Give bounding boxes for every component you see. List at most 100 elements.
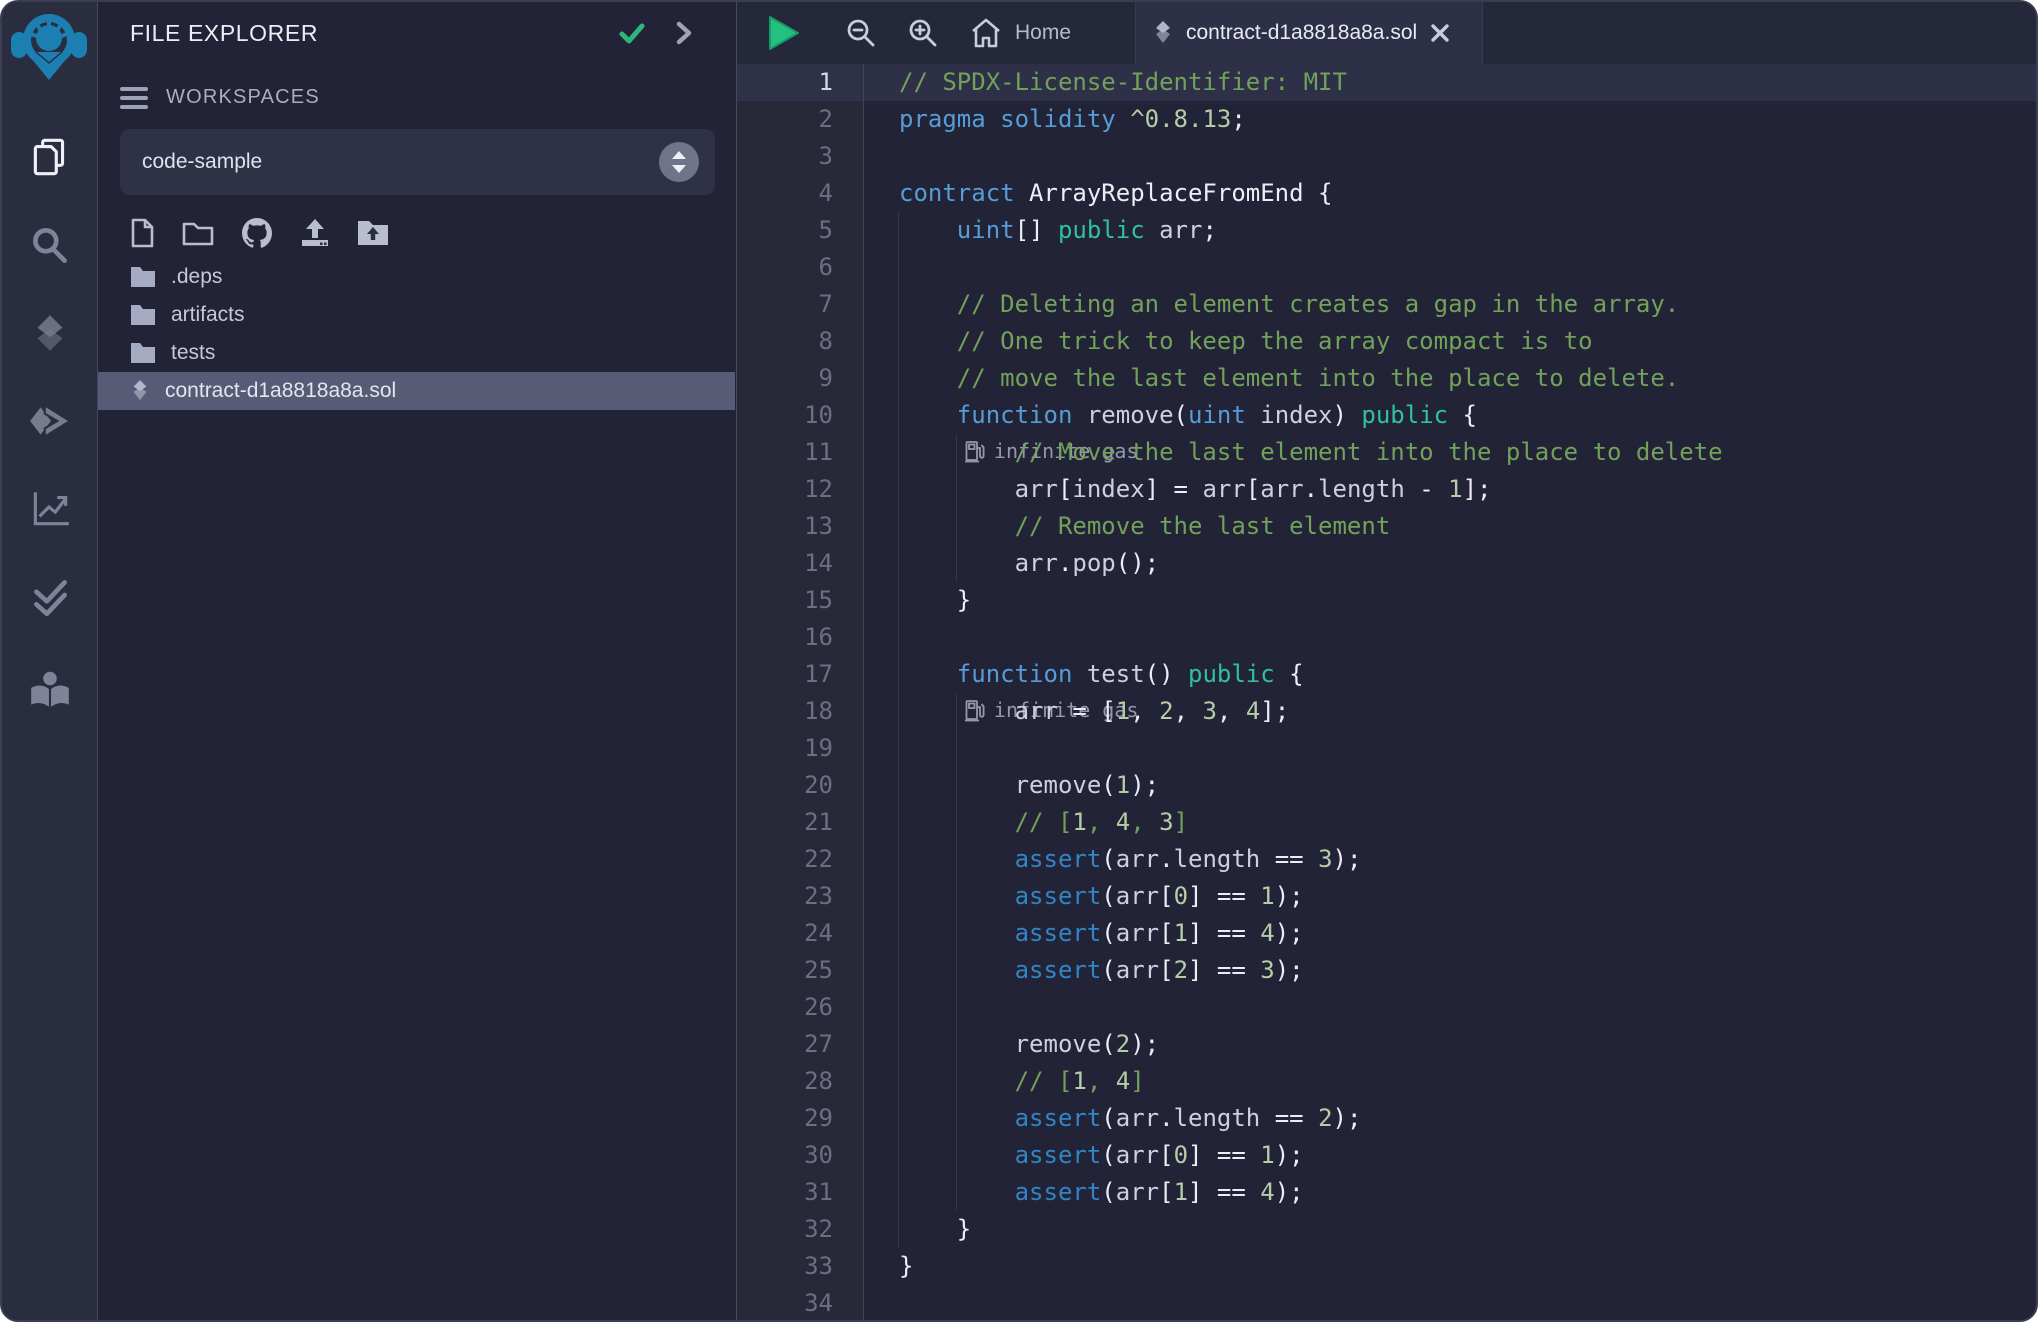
code-line-13[interactable]: 13 // Remove the last element: [737, 508, 2036, 545]
rail-static-analysis-icon[interactable]: [2, 480, 97, 536]
code-line-26[interactable]: 26: [737, 989, 2036, 1026]
code-line-8[interactable]: 8 // One trick to keep the array compact…: [737, 323, 2036, 360]
new-folder-icon[interactable]: [182, 219, 214, 247]
upload-file-icon[interactable]: [300, 218, 330, 248]
code-line-12[interactable]: 12 arr[index] = arr[arr.length - 1];: [737, 471, 2036, 508]
code-line-content: // Move the last element into the place …: [864, 434, 2036, 471]
remix-ide-window: FILE EXPLORER WORKSPACES: [0, 0, 2038, 1322]
code-line-content: // move the last element into the place …: [864, 360, 2036, 397]
code-line-4[interactable]: 4contract ArrayReplaceFromEnd {: [737, 175, 2036, 212]
code-line-11[interactable]: 11 // Move the last element into the pla…: [737, 434, 2036, 471]
code-line-28[interactable]: 28 // [1, 4]: [737, 1063, 2036, 1100]
code-line-content: remove(2);: [864, 1026, 2036, 1063]
file-explorer-toolbar: [130, 217, 735, 248]
tab-file-label: contract-d1a8818a8a.sol: [1186, 21, 1417, 45]
folder-icon: [130, 304, 156, 326]
code-line-15[interactable]: 15 }: [737, 582, 2036, 619]
line-number: 19: [737, 730, 864, 767]
github-icon[interactable]: [241, 217, 273, 248]
code-line-content: contract ArrayReplaceFromEnd {: [864, 175, 2036, 212]
code-line-34[interactable]: 34: [737, 1285, 2036, 1322]
code-line-content: arr[index] = arr[arr.length - 1];: [864, 471, 2036, 508]
zoom-out-icon[interactable]: [845, 2, 877, 64]
collapse-chevron-right-icon[interactable]: [673, 20, 695, 46]
code-line-19[interactable]: 19: [737, 730, 2036, 767]
line-number: 3: [737, 138, 864, 175]
code-editor[interactable]: 1// SPDX-License-Identifier: MIT2pragma …: [737, 64, 2036, 1320]
icon-rail: [2, 2, 98, 1320]
new-file-icon[interactable]: [130, 218, 155, 248]
code-line-25[interactable]: 25 assert(arr[2] == 3);: [737, 952, 2036, 989]
code-line-5[interactable]: 5 uint[] public arr;: [737, 212, 2036, 249]
close-tab-icon[interactable]: [1429, 22, 1451, 44]
upload-folder-icon[interactable]: [357, 219, 389, 246]
line-number: 34: [737, 1285, 864, 1322]
remix-logo-icon[interactable]: [9, 6, 89, 97]
code-line-content: assert(arr[0] == 1);: [864, 1137, 2036, 1174]
line-number: 5: [737, 212, 864, 249]
code-line-22[interactable]: 22 assert(arr.length == 3);: [737, 841, 2036, 878]
code-line-23[interactable]: 23 assert(arr[0] == 1);: [737, 878, 2036, 915]
code-line-content: // [1, 4, 3]: [864, 804, 2036, 841]
code-line-1[interactable]: 1// SPDX-License-Identifier: MIT: [737, 64, 2036, 101]
code-line-33[interactable]: 33}: [737, 1248, 2036, 1285]
code-line-content: // SPDX-License-Identifier: MIT: [864, 64, 2036, 101]
tab-home-label: Home: [1015, 21, 1071, 45]
line-number: 2: [737, 101, 864, 138]
code-line-content: }: [864, 582, 2036, 619]
line-number: 25: [737, 952, 864, 989]
code-line-30[interactable]: 30 assert(arr[0] == 1);: [737, 1137, 2036, 1174]
code-line-31[interactable]: 31 assert(arr[1] == 4);: [737, 1174, 2036, 1211]
rail-deploy-run-icon[interactable]: [2, 393, 97, 449]
code-line-14[interactable]: 14 arr.pop();: [737, 545, 2036, 582]
code-line-content: pragma solidity ^0.8.13;: [864, 101, 2036, 138]
code-line-content: // Deleting an element creates a gap in …: [864, 286, 2036, 323]
code-line-27[interactable]: 27 remove(2);: [737, 1026, 2036, 1063]
code-line-18[interactable]: 18 arr = [1, 2, 3, 4];: [737, 693, 2036, 730]
code-line-content: assert(arr.length == 3);: [864, 841, 2036, 878]
zoom-in-icon[interactable]: [907, 2, 939, 64]
code-line-content: [864, 138, 2036, 175]
code-line-content: arr = [1, 2, 3, 4];: [864, 693, 2036, 730]
line-number: 23: [737, 878, 864, 915]
workspace-select[interactable]: code-sample: [120, 129, 715, 195]
tree-item-artifacts[interactable]: artifacts: [98, 296, 735, 334]
rail-learn-icon[interactable]: [2, 662, 97, 718]
code-line-content: arr.pop();: [864, 545, 2036, 582]
code-line-10[interactable]: 10 function remove(uint index) public { …: [737, 397, 2036, 434]
code-line-2[interactable]: 2pragma solidity ^0.8.13;: [737, 101, 2036, 138]
editor-tab-bar: Home contract-d1a8818a8a.sol: [737, 2, 2036, 64]
tree-item--deps[interactable]: .deps: [98, 258, 735, 296]
code-line-content: [864, 249, 2036, 286]
line-number: 1: [737, 64, 864, 101]
code-line-7[interactable]: 7 // Deleting an element creates a gap i…: [737, 286, 2036, 323]
rail-solidity-compiler-icon[interactable]: [2, 305, 97, 361]
line-number: 31: [737, 1174, 864, 1211]
code-line-21[interactable]: 21 // [1, 4, 3]: [737, 804, 2036, 841]
line-number: 30: [737, 1137, 864, 1174]
code-line-9[interactable]: 9 // move the last element into the plac…: [737, 360, 2036, 397]
rail-search-icon[interactable]: [2, 217, 97, 273]
line-number: 10: [737, 397, 864, 434]
code-line-content: assert(arr[1] == 4);: [864, 915, 2036, 952]
folder-icon: [130, 342, 156, 364]
rail-file-explorer-icon[interactable]: [2, 129, 97, 185]
tab-home[interactable]: Home: [969, 2, 1071, 64]
workspaces-menu-icon[interactable]: [120, 87, 148, 109]
code-line-20[interactable]: 20 remove(1);: [737, 767, 2036, 804]
rail-unit-testing-icon[interactable]: [2, 568, 97, 624]
code-line-32[interactable]: 32 }: [737, 1211, 2036, 1248]
tree-item-contract-d1a8818a8a-sol[interactable]: contract-d1a8818a8a.sol: [98, 372, 735, 410]
code-line-24[interactable]: 24 assert(arr[1] == 4);: [737, 915, 2036, 952]
code-line-3[interactable]: 3: [737, 138, 2036, 175]
code-line-29[interactable]: 29 assert(arr.length == 2);: [737, 1100, 2036, 1137]
code-line-17[interactable]: 17 function test() public { infinite gas: [737, 656, 2036, 693]
run-script-button[interactable]: [767, 2, 801, 64]
tab-contract-file[interactable]: contract-d1a8818a8a.sol: [1135, 2, 1483, 64]
line-number: 24: [737, 915, 864, 952]
saved-check-icon[interactable]: [617, 18, 647, 48]
code-line-6[interactable]: 6: [737, 249, 2036, 286]
line-number: 21: [737, 804, 864, 841]
tree-item-tests[interactable]: tests: [98, 334, 735, 372]
code-line-16[interactable]: 16: [737, 619, 2036, 656]
